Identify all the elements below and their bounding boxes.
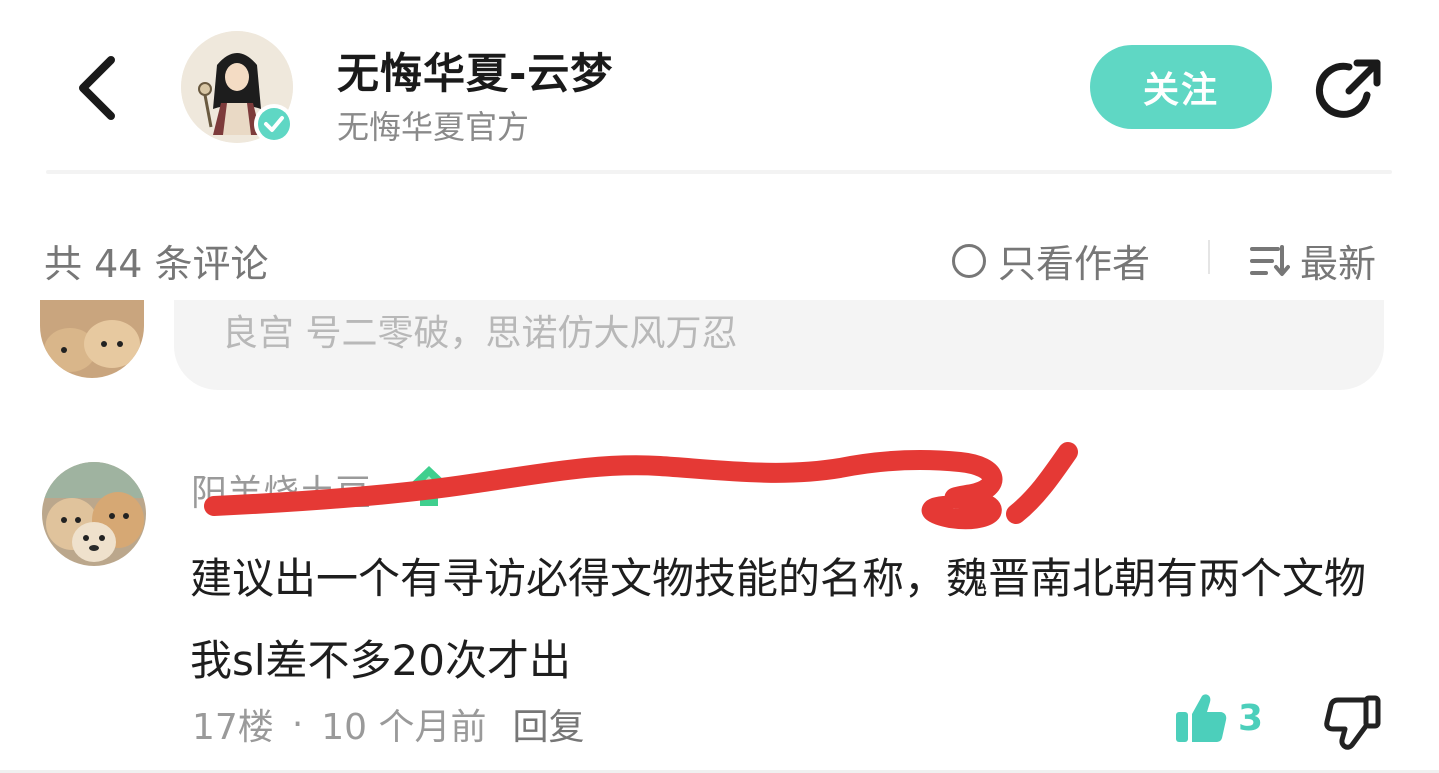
- sort-button[interactable]: 最新: [1248, 233, 1376, 288]
- author-only-label: 只看作者: [998, 242, 1151, 286]
- comment-username[interactable]: 阳羊烧土豆: [191, 464, 371, 516]
- sort-label: 最新: [1300, 242, 1377, 286]
- dislike-button[interactable]: [1322, 692, 1382, 752]
- dog-photo-image: [40, 300, 144, 378]
- divider: [1208, 240, 1210, 274]
- chevron-left-icon: [79, 56, 115, 120]
- like-count: 3: [1238, 697, 1264, 739]
- page-title: 无悔华夏-云梦: [337, 49, 614, 98]
- share-icon: [1316, 59, 1381, 118]
- thumbs-down-icon: [1324, 695, 1381, 750]
- author-only-toggle[interactable]: 只看作者: [952, 233, 1150, 288]
- comment-time: 10 个月前: [321, 707, 487, 748]
- avatar[interactable]: [40, 300, 144, 378]
- level-badge-icon: [410, 466, 448, 506]
- comment-body: 建议出一个有寻访必得文物技能的名称，魏晋南北朝有两个文物我sl差不多20次才出: [190, 554, 1367, 685]
- follow-button[interactable]: 关注: [1090, 45, 1272, 129]
- level-badge: [406, 462, 452, 510]
- comment-floor: 17楼: [192, 707, 274, 748]
- comment-meta: 17楼 · 10 个月前 回复: [192, 698, 585, 750]
- share-button[interactable]: [1308, 50, 1390, 132]
- verified-check-icon: [258, 108, 290, 140]
- back-button[interactable]: [62, 48, 132, 128]
- page-subtitle: 无悔华夏官方: [337, 108, 530, 146]
- dog-photo-image: [42, 462, 146, 566]
- verified-badge: [254, 104, 294, 144]
- reply-button[interactable]: 回复: [513, 698, 585, 750]
- previous-comment-text: 良宫 号二零破，思诺仿大风万忍: [222, 313, 738, 354]
- thumbs-up-icon: [1176, 694, 1227, 742]
- header-divider: [46, 170, 1392, 174]
- radio-circle-icon: [952, 243, 986, 278]
- like-button[interactable]: 3: [1172, 690, 1263, 746]
- sort-lines-icon: [1250, 244, 1290, 276]
- comment-count: 共 44 条评论: [44, 242, 269, 286]
- meta-dot: ·: [291, 703, 304, 745]
- previous-comment-bubble[interactable]: 良宫 号二零破，思诺仿大风万忍: [174, 300, 1384, 390]
- avatar[interactable]: [42, 462, 146, 566]
